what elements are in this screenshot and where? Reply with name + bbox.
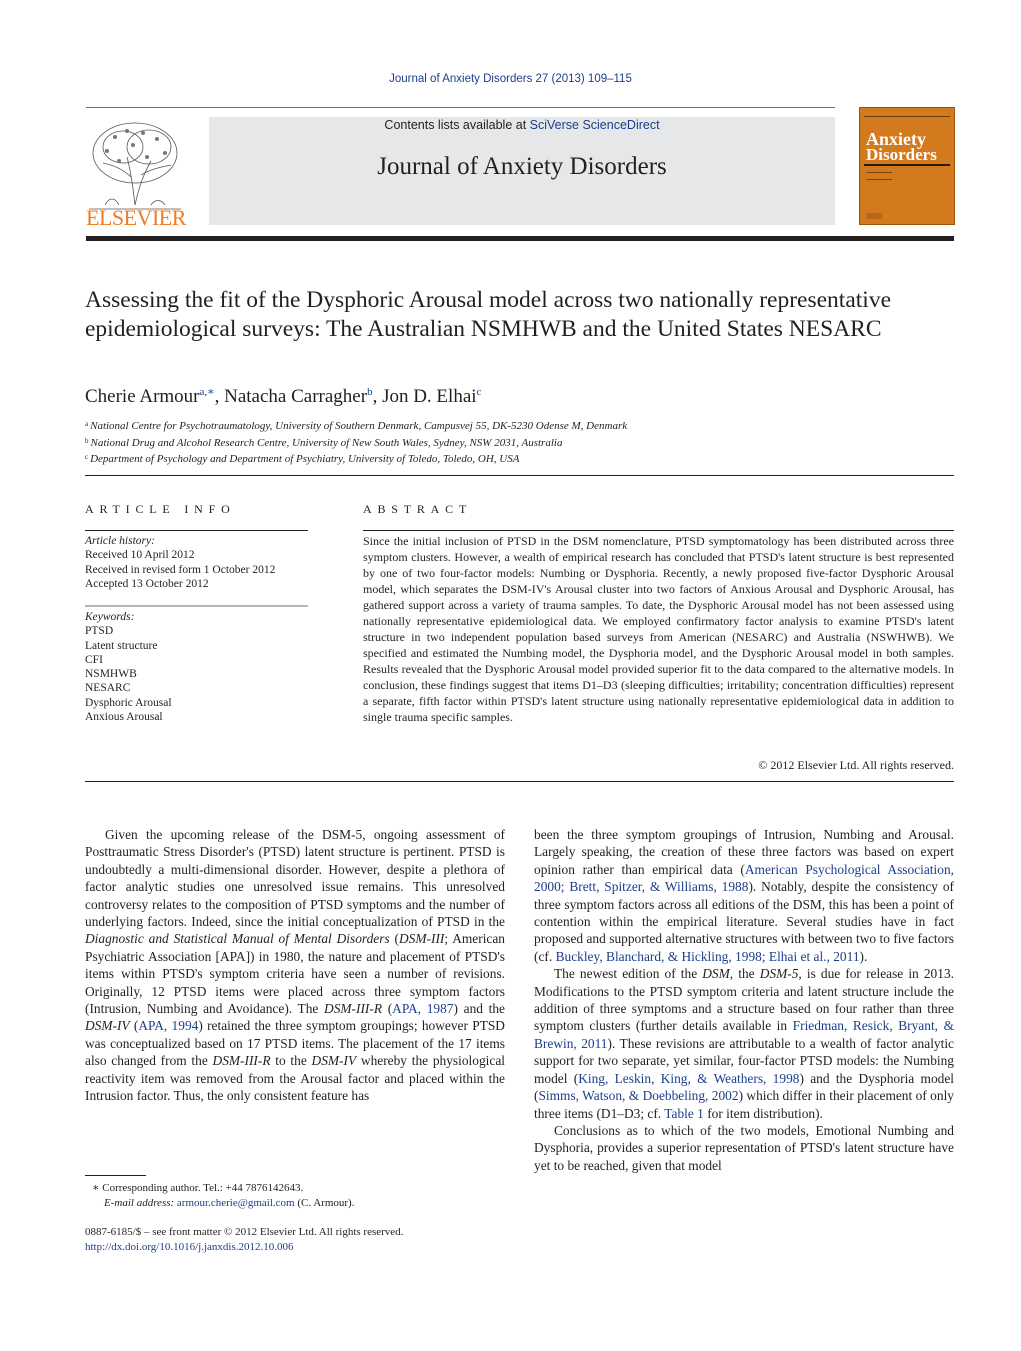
history-item: Accepted 13 October 2012 [85,577,209,590]
cover-top-band [864,111,950,117]
journal-masthead: Contents lists available at SciVerse Sci… [209,117,835,225]
affiliation-list: a National Centre for Psychotraumatology,… [85,417,627,467]
front-matter: 0887-6185/$ – see front matter © 2012 El… [85,1225,403,1255]
cover-title-line2: Disorders [866,145,937,164]
sciencedirect-link[interactable]: SciVerse ScienceDirect [530,118,660,132]
author-name[interactable]: Cherie Armour [85,386,200,407]
affiliation-key: c [85,453,89,461]
reference-link[interactable]: APA, 1987 [392,1001,453,1016]
email-link[interactable]: armour.cherie@gmail.com [177,1197,295,1209]
affiliation-item: a National Centre for Psychotraumatology,… [85,417,627,434]
keyword: CFI [85,653,103,666]
article-history: Article history: Received 10 April 2012 … [85,534,275,591]
history-label: Article history: [85,535,155,547]
doi-link[interactable]: http://dx.doi.org/10.1016/j.janxdis.2012… [85,1241,294,1253]
keyword: NSMHWB [85,668,137,681]
keywords-rule [85,605,308,607]
affiliation-text: Department of Psychology and Department … [90,453,520,465]
cover-divider [864,164,950,166]
affiliation-text: National Drug and Alcohol Research Centr… [90,436,563,449]
body-column-right: been the three symptom groupings of Intr… [534,826,954,1174]
body-paragraph: The newest edition of the DSM, the DSM-5… [534,966,954,1121]
keywords-block: Keywords: PTSD Latent structure CFI NSMH… [85,610,172,724]
contents-prefix: Contents lists available at [384,118,530,132]
keyword: Dysphoric Arousal [85,696,172,709]
reference-link[interactable]: APA, 1994 [138,1018,198,1033]
keyword: Anxious Arousal [85,711,163,724]
masthead-heavy-rule [86,236,954,241]
reference-link[interactable]: King, Leskin, King, & Weathers, 1998 [578,1071,799,1086]
email-suffix: (C. Armour). [294,1197,355,1209]
affiliation-item: c Department of Psychology and Department… [85,450,627,467]
reference-link[interactable]: Simms, Watson, & Doebbeling, 2002 [538,1088,738,1103]
journal-name[interactable]: Journal of Anxiety Disorders [209,153,835,181]
author-name[interactable]: Natacha Carragher [224,386,367,407]
body-paragraph: Given the upcoming release of the DSM-5,… [85,827,505,1104]
body-column-left: Given the upcoming release of the DSM-5,… [85,826,505,1105]
author-affil-marker[interactable]: b [367,386,373,398]
contents-line: Contents lists available at SciVerse Sci… [209,118,835,132]
cover-editor-block [866,172,892,180]
affiliation-text: National Centre for Psychotraumatology, … [90,420,628,432]
body-paragraph: been the three symptom groupings of Intr… [534,827,954,964]
abstract-copyright: © 2012 Elsevier Ltd. All rights reserved… [758,758,954,772]
journal-citation-link[interactable]: Journal of Anxiety Disorders 27 (2013) 1… [0,73,1021,85]
corresponding-text: Corresponding author. Tel.: +44 78761426… [102,1182,304,1194]
journal-cover-image[interactable]: Anxiety Disorders [859,107,955,225]
author-name[interactable]: Jon D. Elhai [382,386,476,407]
keyword: PTSD [85,625,114,638]
keyword: Latent structure [85,639,158,652]
abstract-text: Since the initial inclusion of PTSD in t… [363,534,954,724]
keyword: NESARC [85,682,131,695]
footnote-star: ∗ [92,1182,100,1194]
front-matter-text: 0887-6185/$ – see front matter © 2012 El… [85,1226,404,1238]
table-link[interactable]: Table 1 [664,1106,704,1121]
affiliation-key: b [85,436,89,445]
article-info-heading: ARTICLE INFO [85,502,236,516]
abstract-bottom-rule [85,781,954,782]
author-affil-marker[interactable]: c [477,386,482,398]
reference-link[interactable]: Buckley, Blanchard, & Hickling, 1998; El… [556,949,860,964]
cover-publisher-mark [866,213,882,219]
elsevier-wordmark: ELSEVIER [86,205,186,230]
history-item: Received 10 April 2012 [85,549,195,562]
email-label: E-mail address: [104,1197,175,1209]
article-info-rule [85,530,308,531]
footnote-rule [85,1175,146,1176]
affiliation-rule [85,475,954,476]
header-rule [86,107,835,108]
affiliation-item: b National Drug and Alcohol Research Cent… [85,434,627,451]
author-affil-marker[interactable]: a,∗ [200,386,215,398]
history-item: Received in revised form 1 October 2012 [85,563,276,576]
affiliation-key: a [85,420,89,428]
abstract-rule [363,530,954,531]
keywords-label: Keywords: [85,611,135,623]
body-paragraph: Conclusions as to which of the two model… [534,1122,954,1173]
corresponding-author-footnote: ∗ Corresponding author. Tel.: +44 787614… [92,1181,354,1211]
author-list: Cherie Armoura,∗, Natacha Carragherb, Jo… [85,386,482,407]
article-title: Assessing the fit of the Dysphoric Arous… [85,287,891,342]
abstract-heading: ABSTRACT [363,502,473,516]
